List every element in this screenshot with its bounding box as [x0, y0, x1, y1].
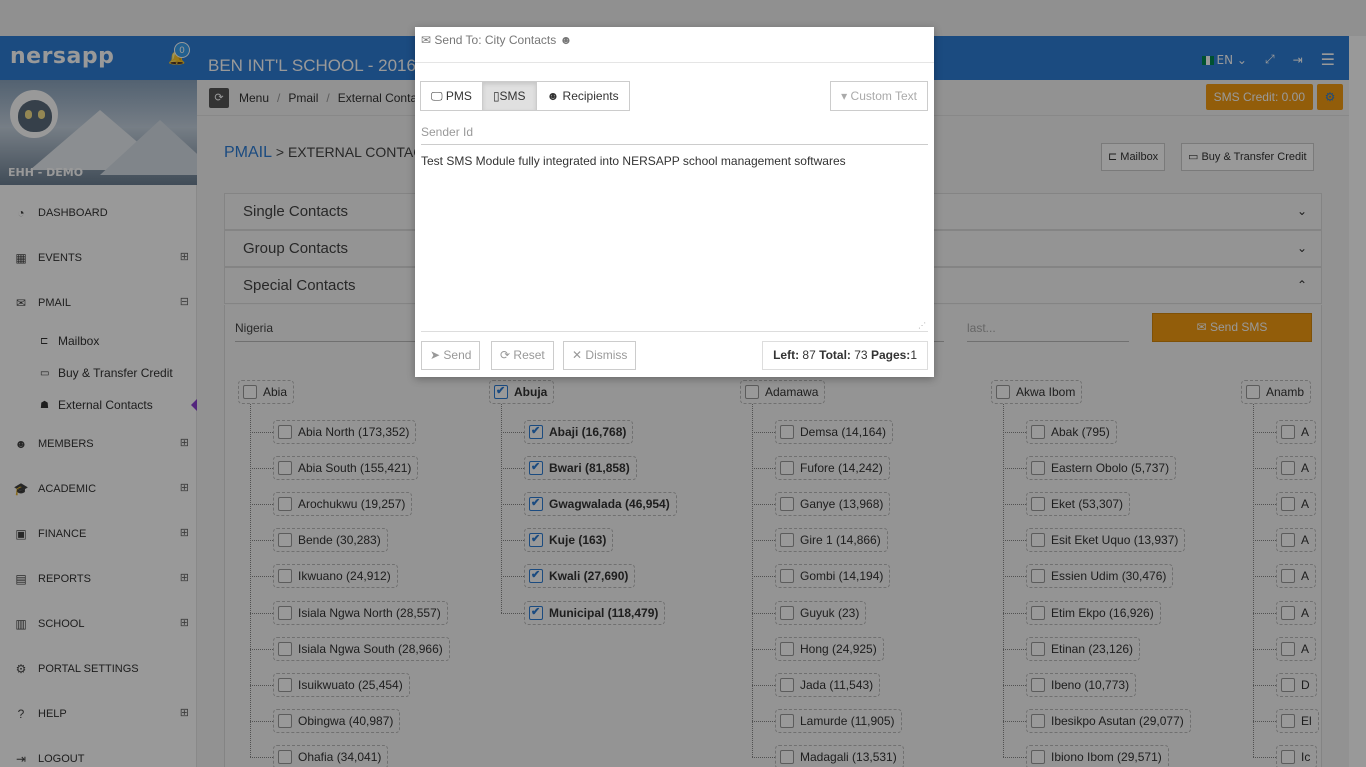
users-icon: ☻ — [546, 89, 560, 103]
dismiss-button[interactable]: ✕ Dismiss — [563, 341, 637, 370]
sender-id-input[interactable] — [421, 119, 928, 145]
envelope-icon: ✉ — [421, 33, 432, 47]
tab-pms[interactable]: 🖵 PMS — [420, 81, 483, 111]
modal-title: ✉ Send To: City Contacts ☻ — [421, 33, 573, 47]
tab-recipients[interactable]: ☻ Recipients — [535, 81, 630, 111]
reset-button[interactable]: ⟳ Reset — [491, 341, 554, 370]
divider — [415, 62, 934, 63]
close-icon: ✕ — [572, 348, 583, 362]
tab-sms[interactable]: ▯SMS — [481, 81, 537, 111]
channel-tabs: 🖵 PMS ▯SMS ☻ Recipients — [420, 81, 630, 111]
app-window: nersapp 🔔 0 BEN INT'L SCHOOL - 2016 EN ⌄… — [0, 0, 1366, 767]
resize-handle-icon[interactable]: ⋰ — [918, 321, 926, 330]
refresh-icon: ⟳ — [500, 348, 511, 362]
message-textarea[interactable]: Test SMS Module fully integrated into NE… — [421, 153, 928, 332]
paper-plane-icon: ➤ — [430, 348, 441, 362]
custom-text-dropdown[interactable]: ▾ Custom Text — [830, 81, 928, 111]
desktop-icon: 🖵 — [431, 89, 443, 103]
caret-down-icon: ▾ — [841, 89, 848, 103]
send-button[interactable]: ➤ Send — [421, 341, 481, 370]
sms-counter: Left: 87 Total: 73 Pages:1 — [762, 341, 928, 370]
mobile-icon: ▯ — [492, 89, 500, 103]
send-modal: ✉ Send To: City Contacts ☻ 🖵 PMS ▯SMS ☻ … — [415, 27, 934, 377]
users-icon: ☻ — [559, 33, 573, 47]
